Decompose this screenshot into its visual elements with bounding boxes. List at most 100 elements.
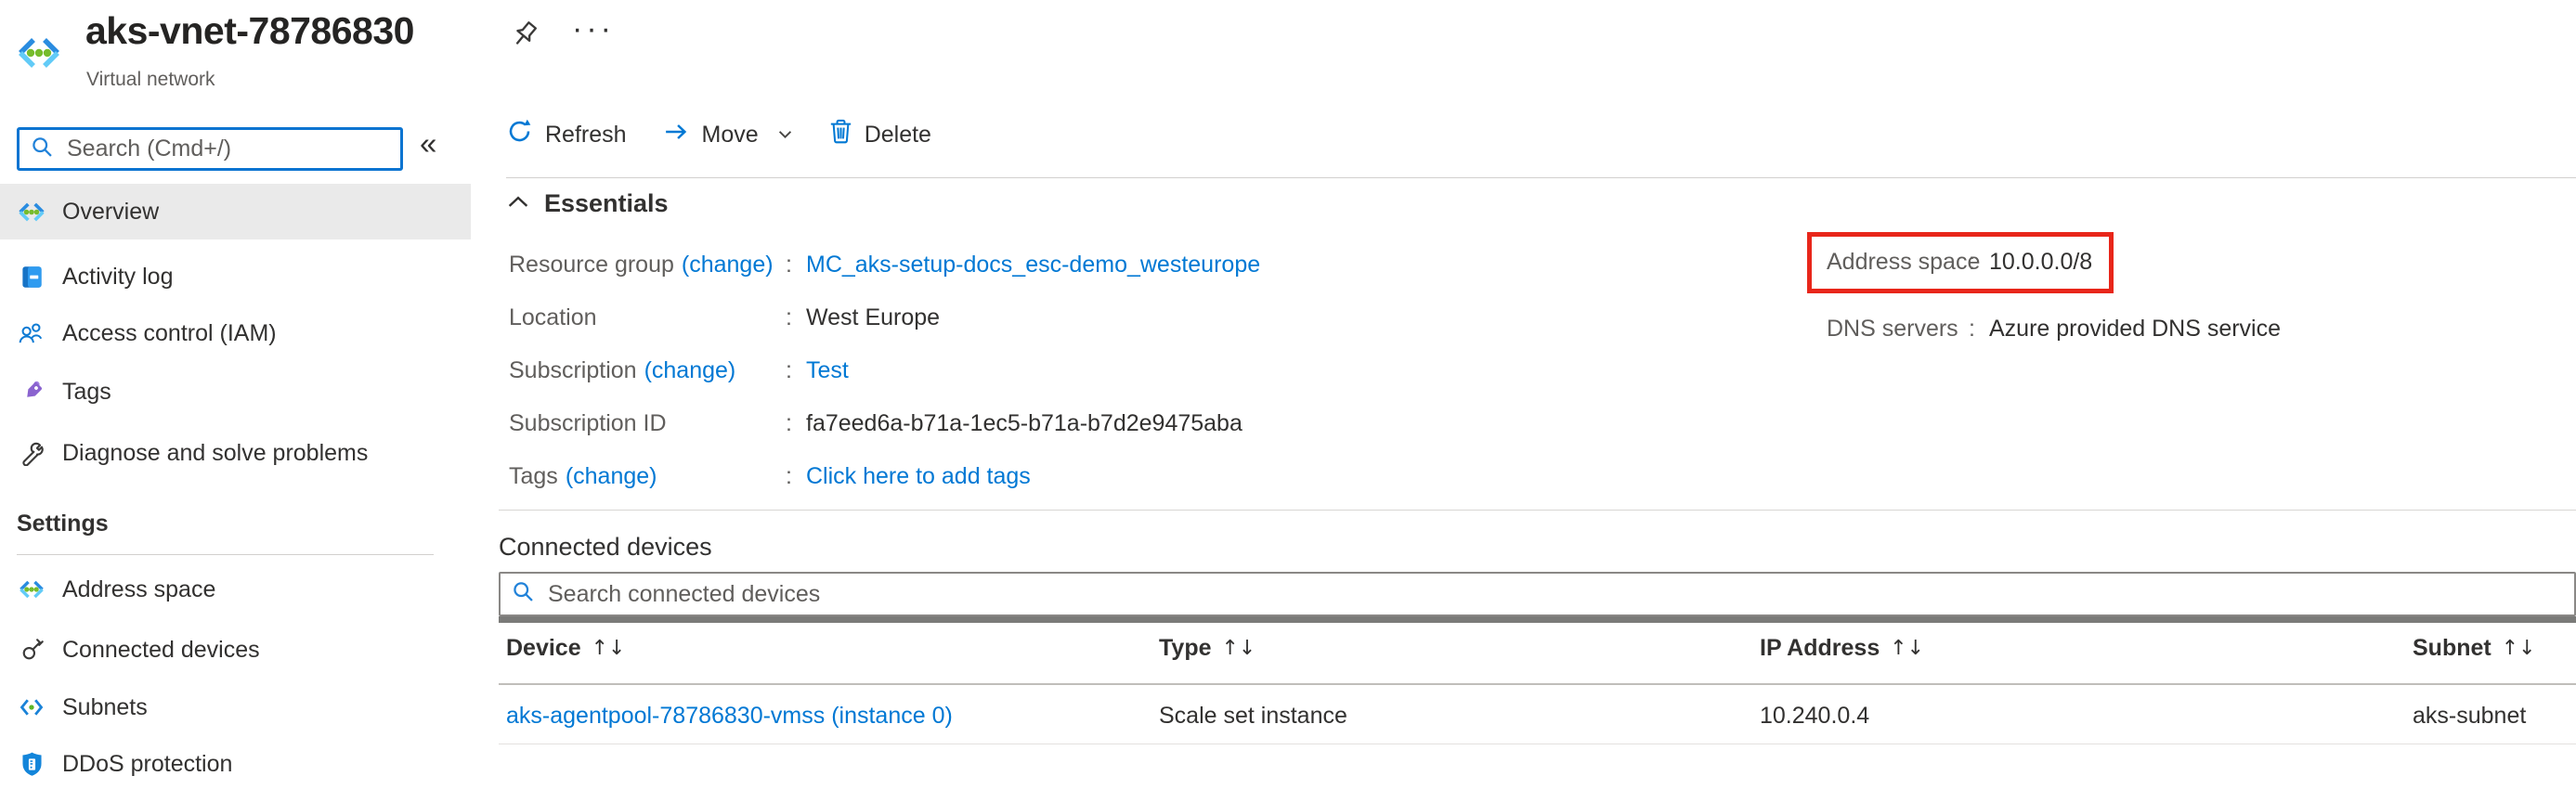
delete-label: Delete: [865, 122, 931, 149]
essentials-row-location: Location : West Europe: [509, 303, 940, 333]
move-button[interactable]: Move: [664, 122, 792, 149]
more-options-button[interactable]: ···: [572, 13, 615, 45]
change-link[interactable]: (change): [566, 463, 657, 489]
device-ip-cell: 10.240.0.4: [1760, 703, 1869, 730]
column-header-subnet[interactable]: Subnet ↑↓: [2413, 635, 2536, 662]
sidebar-item-label: Activity log: [62, 264, 173, 291]
colon: :: [786, 356, 806, 386]
sidebar-item-label: Connected devices: [62, 637, 260, 664]
change-link[interactable]: (change): [644, 357, 736, 383]
wrench-icon: [15, 441, 48, 466]
sidebar-item-label: Access control (IAM): [62, 320, 277, 347]
page-subtitle: Virtual network: [86, 69, 215, 91]
virtual-network-icon: [15, 202, 48, 222]
essentials-row-tags: Tags (change) : Click here to add tags: [509, 461, 1031, 492]
column-label: Type: [1159, 635, 1212, 662]
sort-icon: ↑↓: [1222, 637, 1256, 660]
sidebar-divider: [17, 554, 434, 555]
sidebar-search-box[interactable]: [17, 127, 403, 171]
address-space-highlight: Address space : 10.0.0.0/8: [1807, 232, 2114, 293]
horizontal-scrollbar[interactable]: [499, 616, 2576, 623]
sidebar-item-tags[interactable]: Tags: [0, 364, 471, 420]
connected-devices-search-input[interactable]: [546, 580, 2574, 609]
sidebar-item-label: Subnets: [62, 694, 148, 721]
sidebar-item-diagnose[interactable]: Diagnose and solve problems: [0, 425, 471, 481]
device-type-cell: Scale set instance: [1159, 703, 1347, 730]
colon: :: [786, 408, 806, 439]
activity-log-icon: [15, 265, 48, 290]
essentials-row-address-space: Address space : 10.0.0.0/8: [1827, 247, 2092, 278]
sort-icon: ↑↓: [2502, 637, 2536, 660]
refresh-icon: [506, 118, 533, 151]
colon: :: [786, 461, 806, 492]
sidebar-search-input[interactable]: [65, 135, 400, 163]
tags-icon: [15, 380, 48, 405]
essentials-row-dns-servers: DNS servers : Azure provided DNS service: [1827, 314, 2281, 344]
column-header-ip-address[interactable]: IP Address ↑↓: [1760, 635, 1924, 662]
pin-button[interactable]: [509, 20, 542, 58]
sidebar-item-label: Tags: [62, 379, 111, 406]
column-label: Device: [506, 635, 581, 662]
search-icon: [512, 580, 535, 608]
field-label: Subscription ID: [509, 410, 667, 436]
device-subnet-cell: aks-subnet: [2413, 703, 2526, 730]
essentials-row-subscription-id: Subscription ID : fa7eed6a-b71a-1ec5-b71…: [509, 408, 1242, 439]
sidebar-item-label: DDoS protection: [62, 751, 232, 778]
essentials-toggle[interactable]: Essentials: [508, 189, 669, 218]
field-label: Tags: [509, 463, 558, 489]
essentials-title: Essentials: [544, 189, 669, 218]
sidebar-collapse-button[interactable]: «: [420, 126, 436, 162]
shield-icon: [15, 751, 48, 778]
chevron-down-icon: [778, 130, 792, 139]
add-tags-link[interactable]: Click here to add tags: [806, 461, 1031, 492]
sidebar-item-address-space[interactable]: Address space: [0, 562, 471, 617]
field-label: Resource group: [509, 252, 674, 278]
sidebar-item-activity-log[interactable]: Activity log: [0, 249, 471, 304]
refresh-button[interactable]: Refresh: [506, 118, 627, 151]
colon: :: [786, 250, 806, 280]
arrow-right-icon: [664, 122, 690, 149]
section-divider: [499, 510, 2576, 511]
sidebar-item-connected-devices[interactable]: Connected devices: [0, 622, 471, 678]
essentials-row-resource-group: Resource group (change) : MC_aks-setup-do…: [509, 250, 1260, 280]
field-label: DNS servers: [1827, 314, 1969, 344]
delete-button[interactable]: Delete: [829, 119, 931, 150]
connected-devices-search-box[interactable]: [499, 572, 2576, 616]
sidebar-item-label: Diagnose and solve problems: [62, 440, 368, 467]
trash-icon: [829, 119, 852, 150]
subscription-link[interactable]: Test: [806, 356, 849, 386]
essentials-row-subscription: Subscription (change) : Test: [509, 356, 849, 386]
location-value: West Europe: [806, 303, 940, 333]
plug-icon: [15, 638, 48, 663]
sidebar-item-overview[interactable]: Overview: [0, 184, 471, 239]
device-link[interactable]: aks-agentpool-78786830-vmss (instance 0): [506, 703, 953, 730]
table-header-divider: [499, 683, 2576, 685]
dns-servers-value: Azure provided DNS service: [1989, 314, 2281, 344]
access-control-icon: [15, 321, 48, 345]
field-label: Address space: [1827, 247, 1969, 278]
field-label: Location: [509, 304, 597, 330]
toolbar-divider: [506, 177, 2576, 178]
search-icon: [31, 136, 54, 163]
vnet-overview-page: aks-vnet-78786830 Virtual network ··· «: [0, 0, 2576, 789]
connected-devices-title: Connected devices: [499, 533, 712, 562]
column-header-device[interactable]: Device ↑↓: [506, 635, 626, 662]
column-header-type[interactable]: Type ↑↓: [1159, 635, 1255, 662]
pushpin-icon: [509, 42, 542, 58]
colon: :: [1969, 247, 1989, 278]
refresh-label: Refresh: [545, 122, 627, 149]
virtual-network-icon: [15, 37, 63, 73]
change-link[interactable]: (change): [682, 252, 774, 278]
field-label: Subscription: [509, 357, 637, 383]
move-label: Move: [702, 122, 759, 149]
sidebar-item-access-control[interactable]: Access control (IAM): [0, 305, 471, 361]
colon: :: [786, 303, 806, 333]
sidebar-item-subnets[interactable]: Subnets: [0, 679, 471, 735]
sidebar-item-ddos-protection[interactable]: DDoS protection: [0, 736, 471, 789]
command-bar: Refresh Move: [506, 111, 931, 158]
chevron-up-icon: [508, 196, 528, 213]
sort-icon: ↑↓: [592, 637, 626, 660]
page-title: aks-vnet-78786830: [85, 9, 414, 53]
resource-group-link[interactable]: MC_aks-setup-docs_esc-demo_westeurope: [806, 250, 1260, 280]
sort-icon: ↑↓: [1890, 637, 1924, 660]
